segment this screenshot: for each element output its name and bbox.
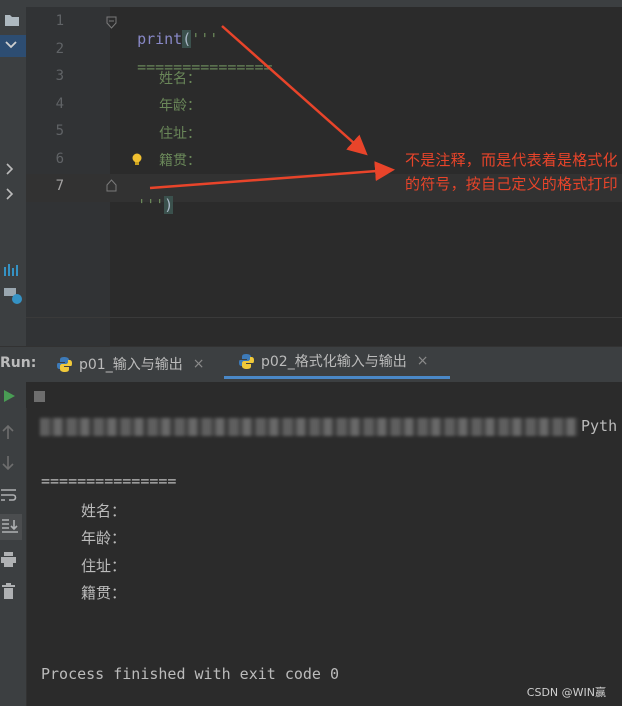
- tab-label: p01_输入与输出: [79, 357, 183, 373]
- run-icon[interactable]: [2, 389, 16, 403]
- console-line: 姓名：: [81, 502, 127, 520]
- code-line-3[interactable]: 姓名：: [159, 68, 201, 88]
- separator-string: ===============: [137, 58, 273, 76]
- fold-icon[interactable]: [106, 16, 117, 29]
- line-number: 5: [55, 123, 64, 139]
- tab-close-button[interactable]: ×: [417, 353, 429, 369]
- console-separator: ===============: [41, 472, 177, 490]
- paren-close: ): [164, 196, 174, 214]
- code-line-4[interactable]: 年龄：: [159, 95, 201, 115]
- line-number: 4: [55, 96, 64, 112]
- chevron-right-icon[interactable]: [6, 163, 14, 175]
- console-line-tail: Pyth: [581, 417, 618, 435]
- line-number: 1: [55, 13, 64, 29]
- tab-close-button[interactable]: ×: [193, 356, 205, 372]
- watermark: CSDN @WIN赢: [526, 686, 606, 699]
- soft-wrap-icon[interactable]: [0, 487, 18, 503]
- editor-divider: [26, 317, 622, 318]
- scroll-end-icon[interactable]: [1, 518, 19, 534]
- fold-icon[interactable]: [106, 179, 117, 192]
- code-line-7[interactable]: '''): [119, 178, 174, 214]
- code-line-5[interactable]: 住址：: [159, 123, 201, 143]
- chart-icon[interactable]: [3, 262, 21, 276]
- editor-tab-strip: [0, 0, 622, 7]
- run-top-toolbar: [26, 382, 622, 408]
- chevron-right-icon[interactable]: [6, 188, 14, 200]
- annotation-text: 不是注释，而是代表着是格式化的符号，按自己定义的格式打印: [405, 151, 618, 193]
- print-icon[interactable]: [0, 551, 17, 568]
- console-line: 籍贯：: [81, 584, 127, 602]
- python-icon: [57, 356, 72, 372]
- arrow-down-icon[interactable]: [1, 455, 15, 471]
- tab-label: p02_格式化输入与输出: [261, 354, 407, 370]
- cloud-icon[interactable]: [3, 287, 23, 305]
- triple-quote-close: ''': [137, 196, 165, 214]
- trash-icon[interactable]: [1, 583, 16, 600]
- tab-p02[interactable]: p02_格式化输入与输出 ×: [224, 346, 450, 379]
- stop-icon[interactable]: [33, 390, 46, 403]
- code-line-6[interactable]: 籍贯：: [159, 150, 201, 170]
- console-exit-message: Process finished with exit code 0: [41, 665, 340, 683]
- run-label: Run:: [0, 355, 37, 371]
- python-icon: [239, 353, 254, 369]
- arrow-up-icon[interactable]: [1, 424, 15, 440]
- chevron-down-icon[interactable]: [5, 40, 17, 50]
- line-number-active: 7: [55, 178, 64, 194]
- line-number: 3: [55, 68, 64, 84]
- editor-end-line: [26, 201, 622, 202]
- line-number: 2: [55, 41, 64, 57]
- tab-p01[interactable]: p01_输入与输出 ×: [56, 346, 204, 382]
- redacted-command-line: [40, 418, 578, 436]
- line-number: 6: [55, 151, 64, 167]
- console-line: 年龄：: [81, 529, 127, 547]
- bulb-icon[interactable]: [131, 153, 143, 167]
- console-line: 住址：: [81, 557, 127, 575]
- folder-icon[interactable]: [4, 13, 20, 27]
